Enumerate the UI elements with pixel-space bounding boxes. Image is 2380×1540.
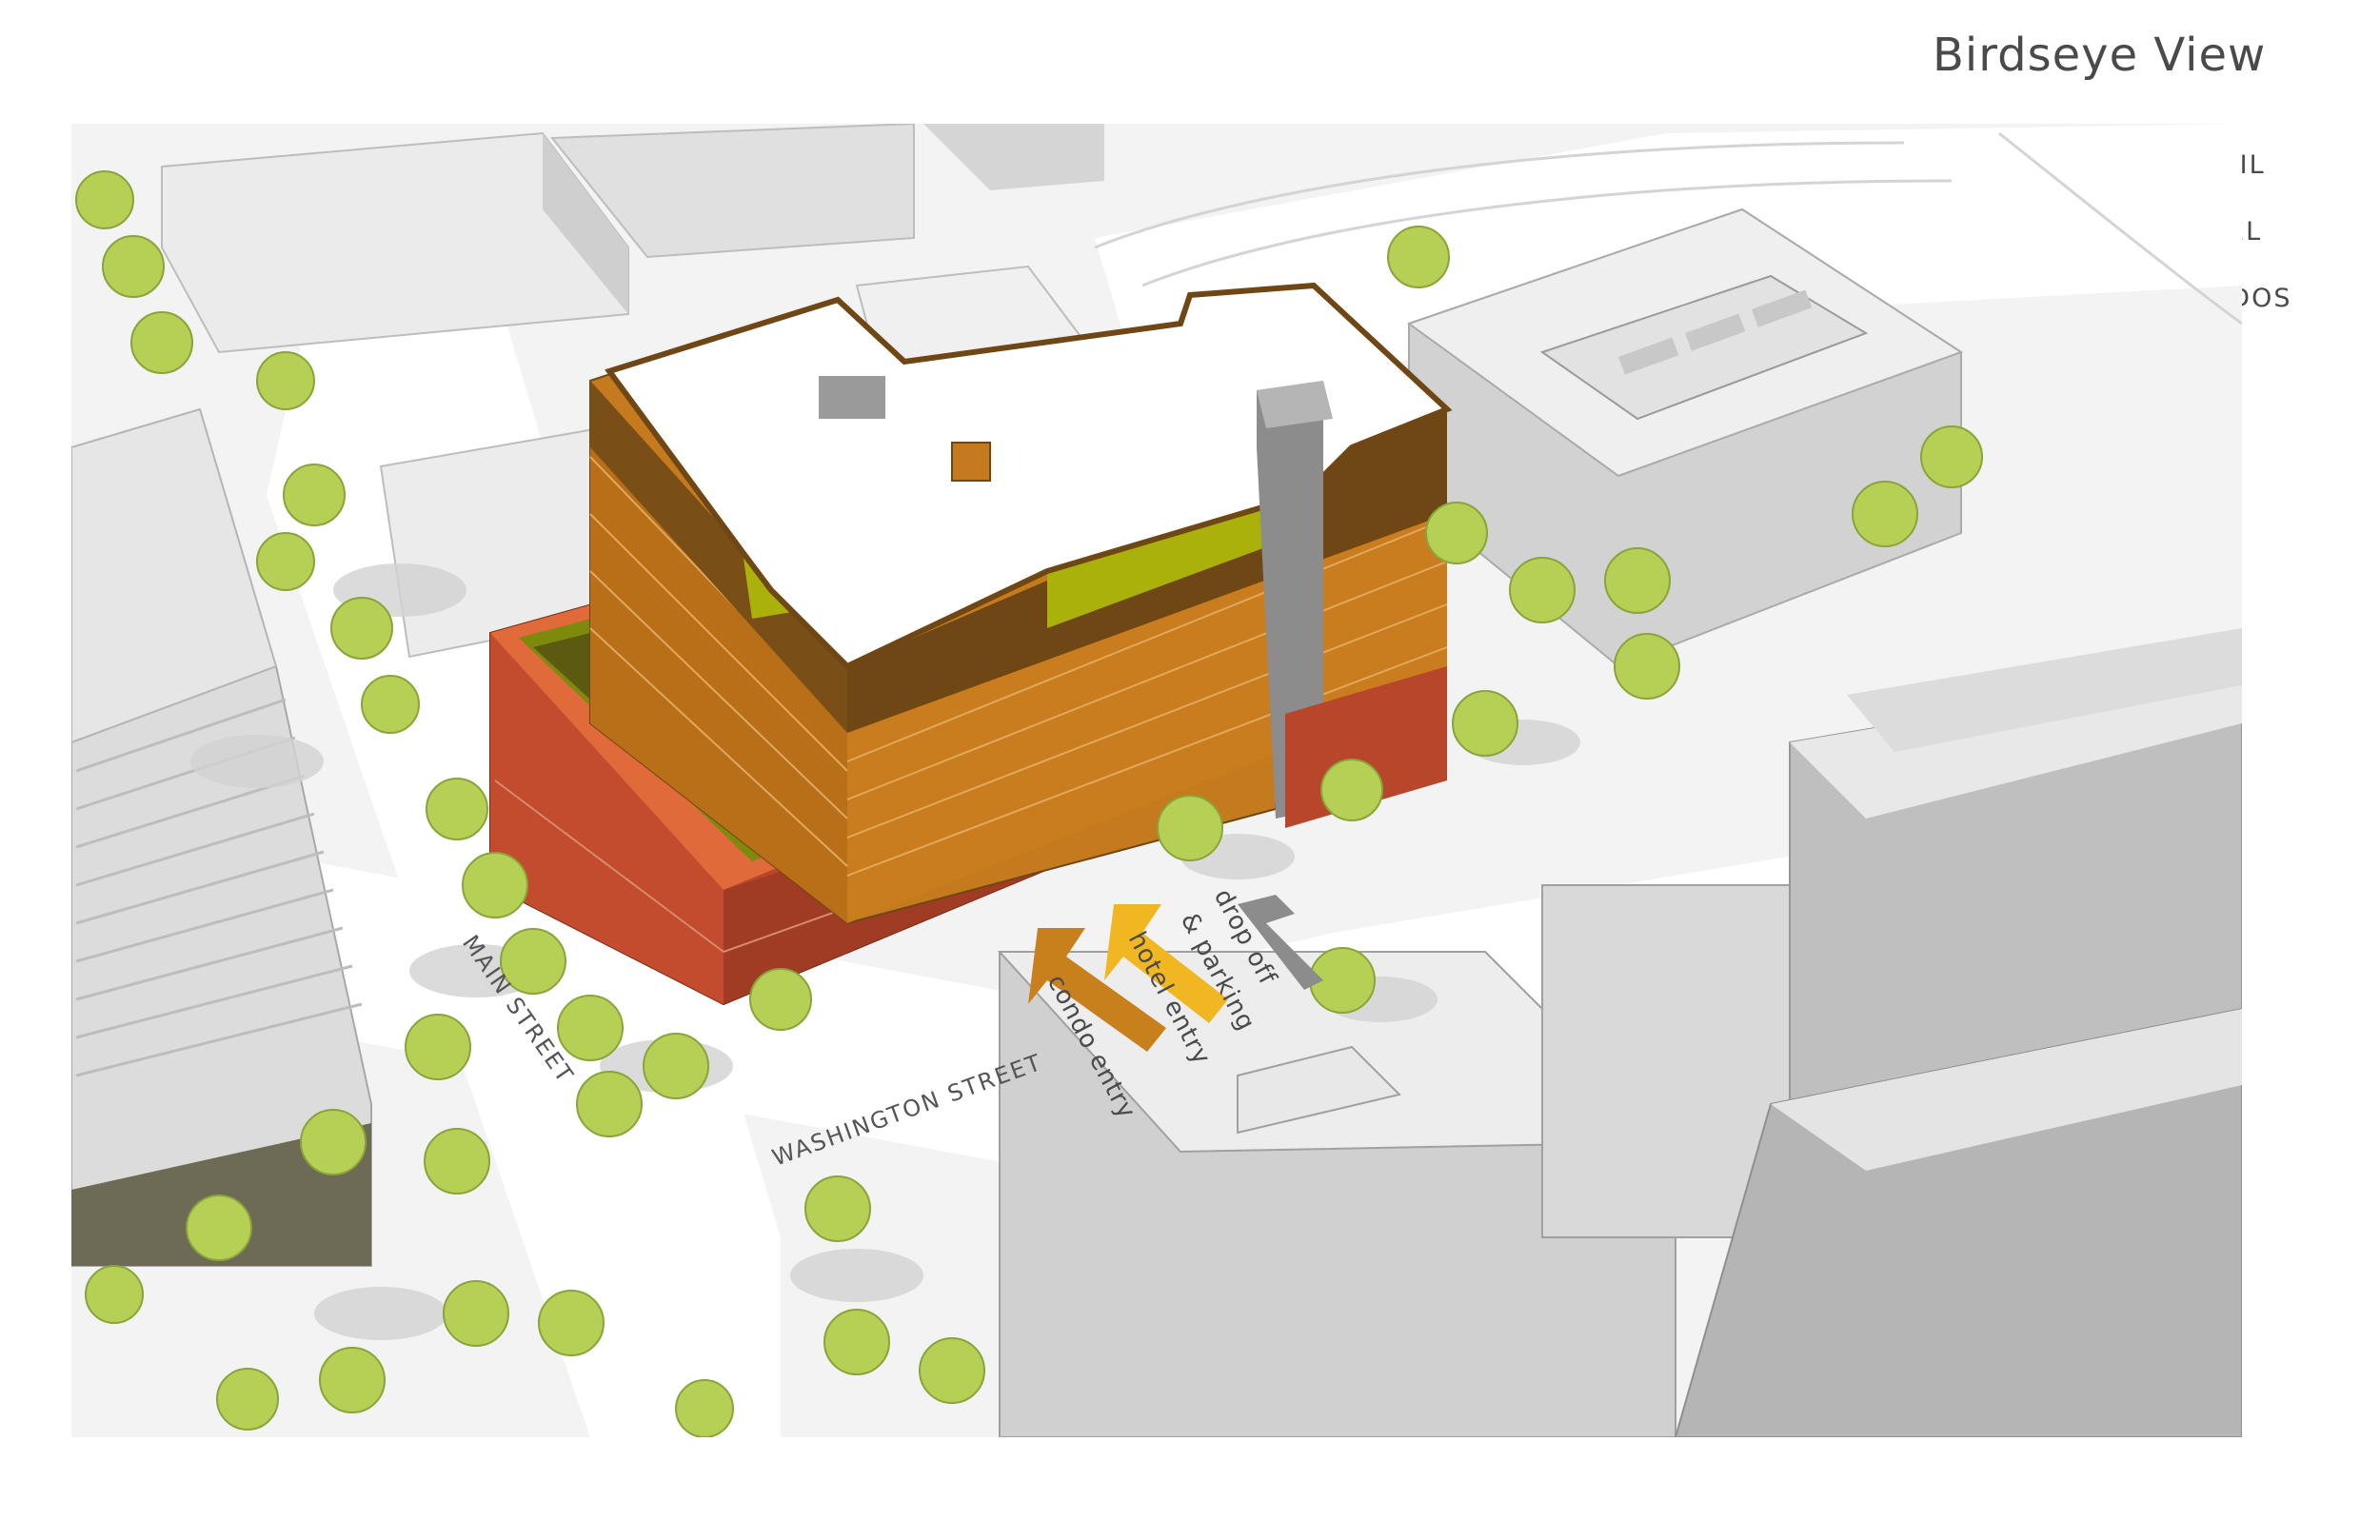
birdseye-scene: MAIN STREET WASHINGTON STREET condo entr… [71, 124, 2242, 1437]
rooftop-mechanical [819, 376, 885, 419]
